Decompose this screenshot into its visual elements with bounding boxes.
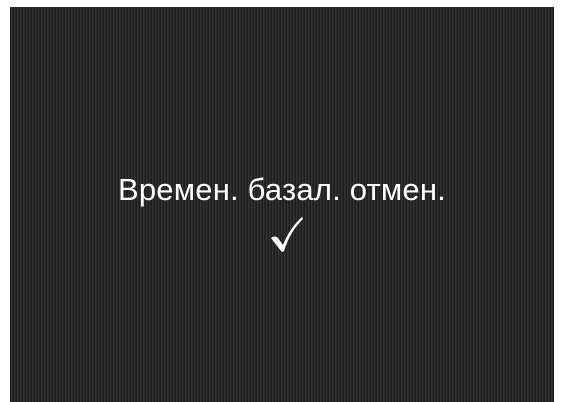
checkmark-icon [268,214,304,254]
status-message: Времен. базал. отмен. [117,172,446,207]
pump-display-screen: Времен. базал. отмен. [10,7,554,402]
